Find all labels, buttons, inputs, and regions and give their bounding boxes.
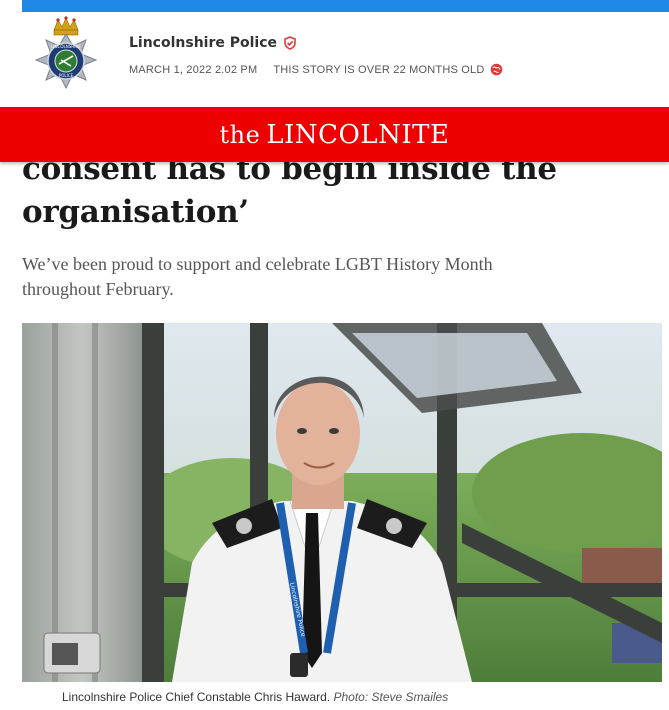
photo-caption: Lincolnshire Police Chief Constable Chri…: [62, 690, 448, 704]
police-badge-logo[interactable]: LINCOLNSHIRE POLICE: [28, 16, 104, 106]
author-name[interactable]: Lincolnshire Police: [129, 35, 277, 51]
author-name-link[interactable]: Lincolnshire Police: [129, 35, 297, 51]
verified-shield-icon: [284, 36, 296, 50]
age-notice: THIS STORY IS OVER 22 MONTHS OLD: [273, 63, 502, 76]
badge-text-top: LINCOLNSHIRE: [51, 44, 81, 49]
author-row: LINCOLNSHIRE POLICE Lincolnshire Police …: [0, 12, 669, 107]
site-masthead[interactable]: the LINCOLNITE: [0, 107, 669, 162]
masthead-name: LINCOLNITE: [266, 119, 450, 150]
photo-credit: Photo: Steve Smailes: [333, 690, 449, 704]
globe-icon: [490, 63, 502, 76]
age-notice-text: THIS STORY IS OVER 22 MONTHS OLD: [273, 63, 485, 76]
publish-date: MARCH 1, 2022 2.02 PM: [129, 63, 258, 76]
caption-text: Lincolnshire Police Chief Constable Chri…: [62, 690, 331, 704]
article-photo[interactable]: Lincolnshire Police: [22, 323, 662, 682]
article-meta: MARCH 1, 2022 2.02 PM THIS STORY IS OVER…: [129, 63, 503, 76]
masthead-prefix: the: [219, 120, 261, 149]
article-standfirst: We’ve been proud to support and celebrat…: [22, 254, 493, 299]
badge-text-bottom: POLICE: [59, 73, 74, 78]
top-accent-bar: [22, 0, 669, 12]
headline-line: organisation’: [22, 194, 249, 230]
